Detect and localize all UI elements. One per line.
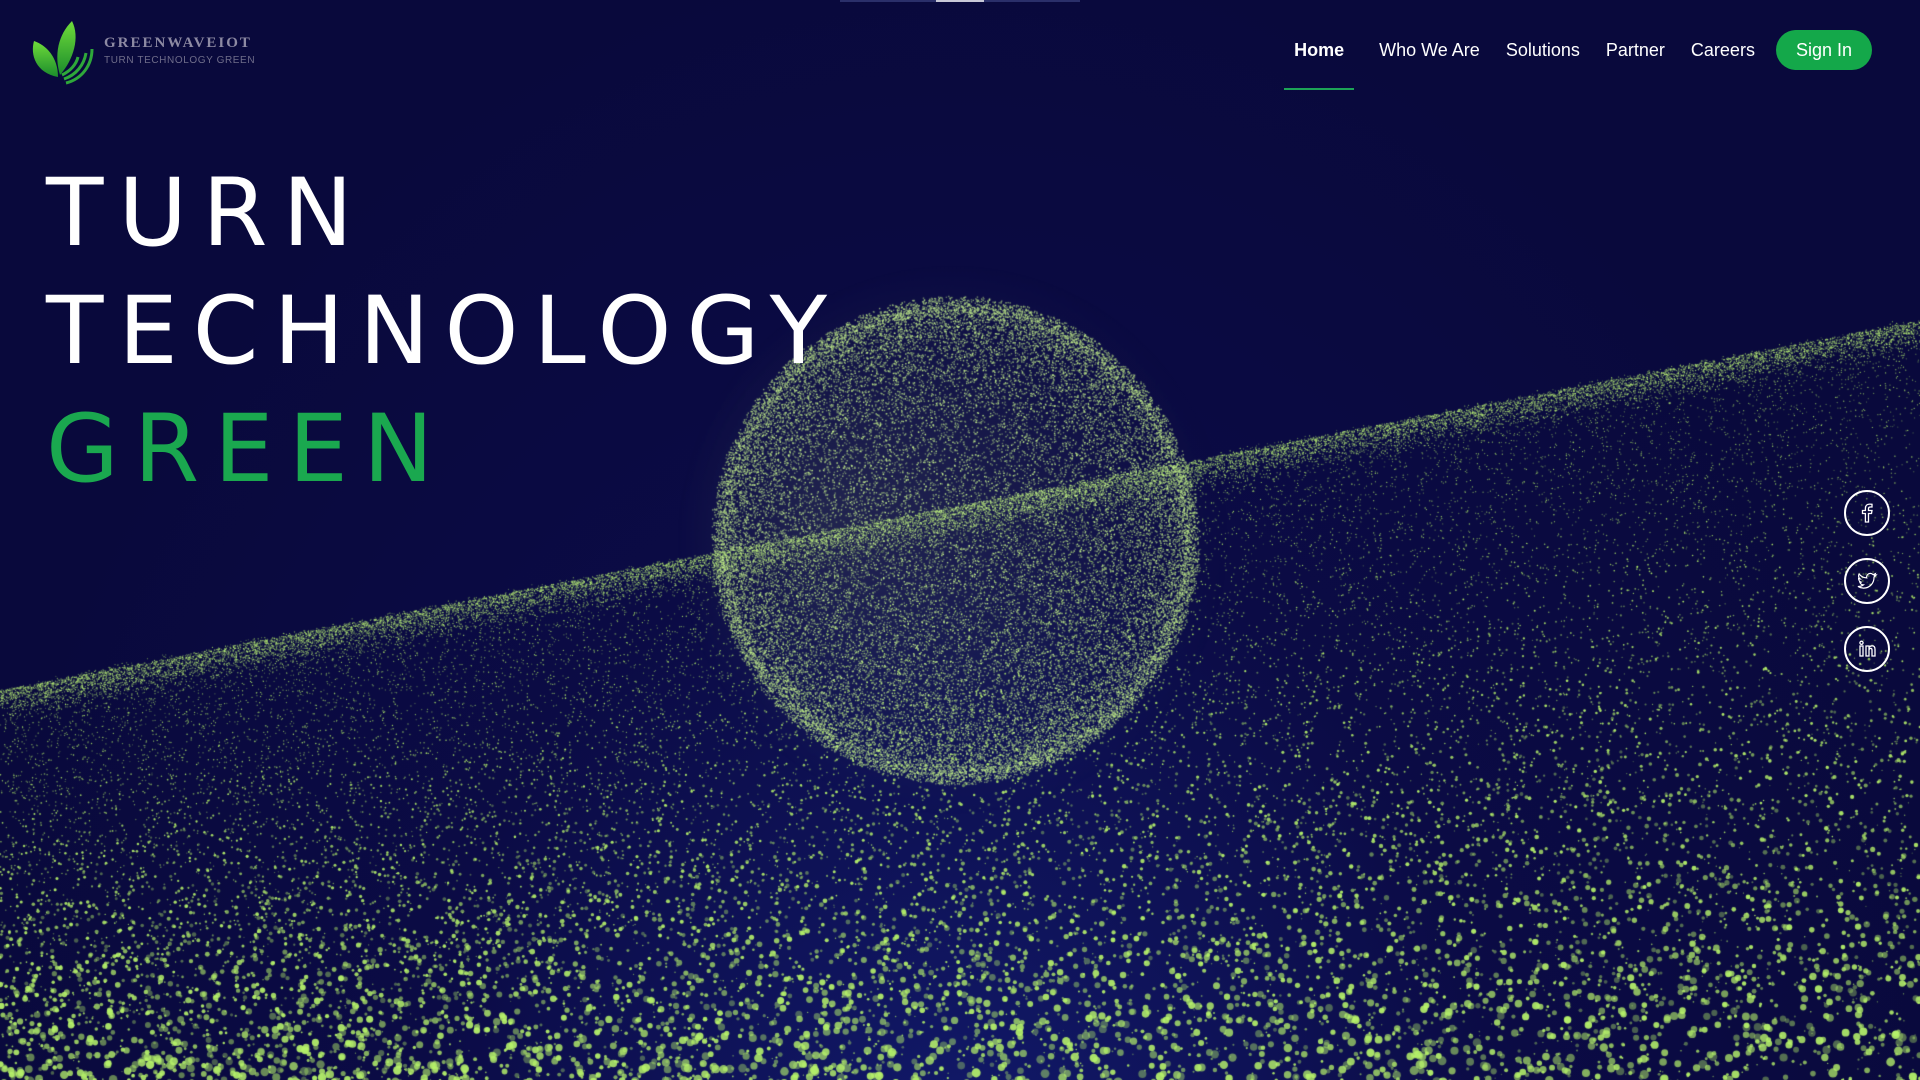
- nav-item-who-we-are[interactable]: Who We Are: [1366, 28, 1493, 72]
- nav-item-home[interactable]: Home: [1284, 28, 1355, 90]
- nav-item-careers[interactable]: Careers: [1678, 28, 1768, 72]
- slide-indicator-active[interactable]: [936, 0, 984, 2]
- linkedin-icon: [1859, 640, 1876, 657]
- hero-line-turn: TURN: [46, 159, 368, 268]
- hero-line-green: GREEN: [46, 395, 449, 504]
- main-nav: Home Who We Are Solutions Partner Career…: [1284, 28, 1872, 90]
- hero-stage: GREENWAVEIOT TURN TECHNOLOGY GREEN Home …: [0, 0, 1920, 1080]
- slide-indicator: [840, 0, 1080, 2]
- hero-headline: TURN TECHNOLOGY GREEN: [46, 155, 842, 509]
- linkedin-button[interactable]: [1844, 626, 1890, 672]
- sign-in-button[interactable]: Sign In: [1775, 30, 1872, 70]
- brand-logo[interactable]: GREENWAVEIOT TURN TECHNOLOGY GREEN: [28, 14, 255, 86]
- social-links: [1844, 490, 1890, 672]
- brand-tagline: TURN TECHNOLOGY GREEN: [104, 54, 256, 66]
- twitter-button[interactable]: [1844, 558, 1890, 604]
- facebook-icon: [1861, 503, 1873, 523]
- hero-line-technology: TECHNOLOGY: [46, 277, 843, 386]
- brand-name: GREENWAVEIOT: [104, 34, 252, 51]
- facebook-button[interactable]: [1844, 490, 1890, 536]
- twitter-icon: [1857, 572, 1878, 589]
- leaf-wave-logo-icon: [32, 21, 94, 85]
- nav-item-partner[interactable]: Partner: [1593, 28, 1678, 72]
- nav-item-solutions[interactable]: Solutions: [1493, 28, 1593, 72]
